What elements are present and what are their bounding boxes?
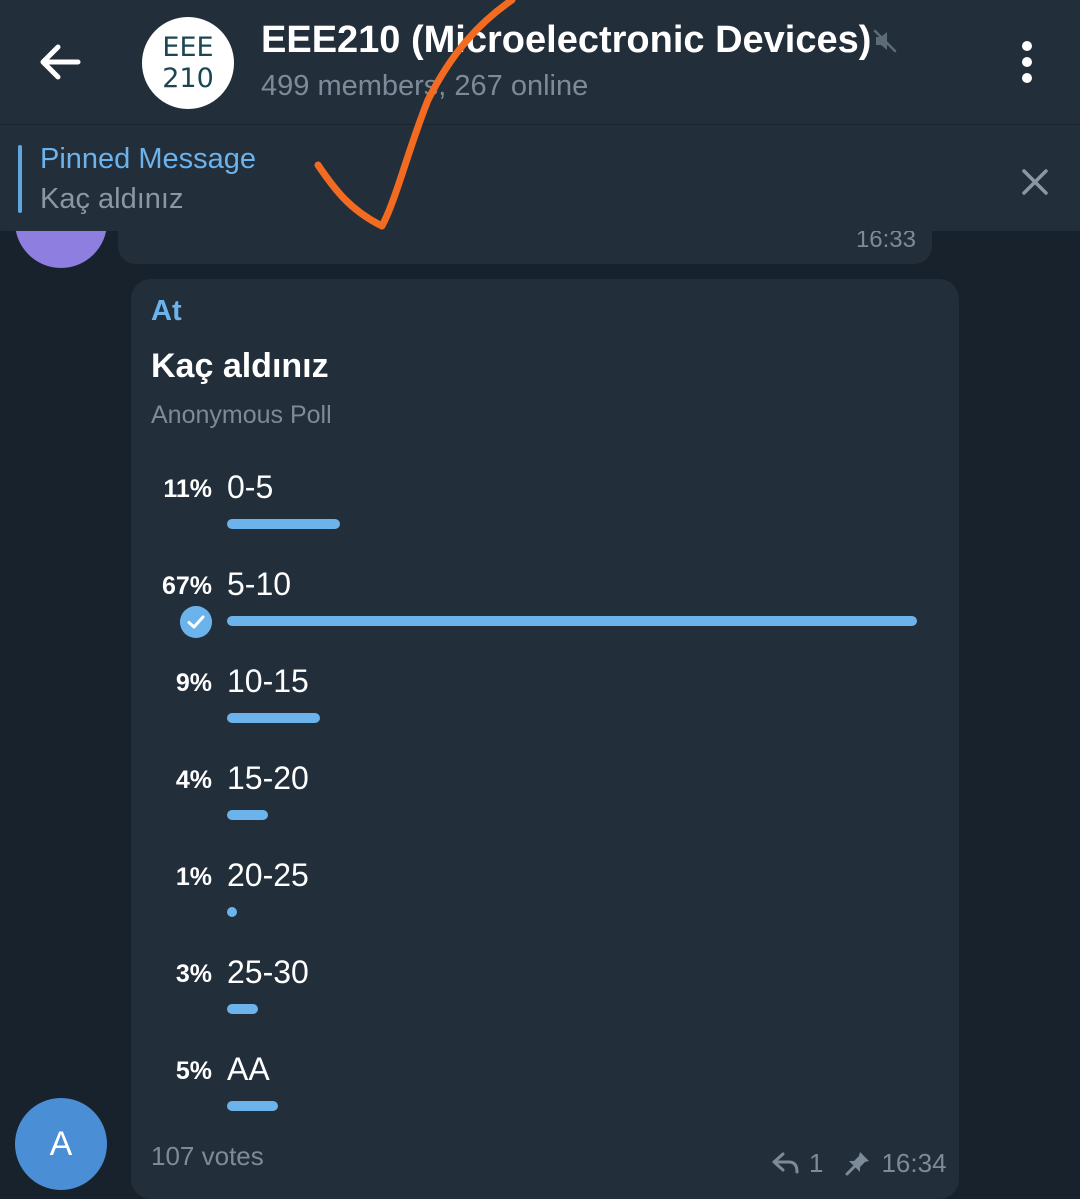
message-meta: 1 16:34 <box>771 1147 947 1179</box>
pinned-accent-line <box>18 145 22 213</box>
poll-option-percent: 3% <box>175 960 212 988</box>
poll-option-label: 0-5 <box>227 469 274 505</box>
poll-option[interactable]: 1% 20-25 <box>131 857 959 945</box>
poll-option-bar <box>227 810 268 820</box>
pinned-message-title: Pinned Message <box>40 143 257 175</box>
poll-option-bar <box>227 713 320 723</box>
poll-option[interactable]: 4% 15-20 <box>131 760 959 848</box>
pin-icon <box>845 1152 870 1176</box>
poll-option-label: 20-25 <box>227 857 309 893</box>
sender-name[interactable]: At <box>151 295 182 328</box>
back-arrow-icon <box>40 44 81 80</box>
poll-vote-count[interactable]: 107 votes <box>151 1141 264 1172</box>
poll-option-percent: 11% <box>163 475 212 503</box>
message-time: 16:34 <box>881 1147 947 1178</box>
more-vertical-icon <box>1022 41 1032 83</box>
poll-option-percent: 1% <box>175 863 212 891</box>
check-circle-icon <box>180 606 212 638</box>
pinned-message-text: Kaç aldınız <box>40 183 184 215</box>
poll-option[interactable]: 67% 5-10 <box>131 566 959 654</box>
poll-option-label: 5-10 <box>227 566 292 602</box>
poll-option-label: 10-15 <box>227 663 309 699</box>
mute-icon <box>873 29 897 53</box>
poll-option-percent: 4% <box>175 766 212 794</box>
poll-option[interactable]: 9% 10-15 <box>131 663 959 751</box>
chat-subtitle: 499 members, 267 online <box>261 70 589 102</box>
reply-icon <box>772 1152 799 1174</box>
poll-option-bar <box>227 1101 278 1111</box>
reply-count: 1 <box>809 1147 824 1178</box>
more-options-button[interactable] <box>1010 40 1044 86</box>
poll-option[interactable]: 3% 25-30 <box>131 954 959 1042</box>
poll-option-label: 25-30 <box>227 954 309 990</box>
sender-avatar[interactable]: A <box>15 1098 107 1190</box>
poll-option-percent: 5% <box>175 1057 212 1085</box>
chat-title[interactable]: EEE210 (Microelectronic Devices) <box>261 19 871 62</box>
chat-header: EEE 210 EEE210 (Microelectronic Devices)… <box>0 0 1080 124</box>
close-icon <box>1022 169 1048 195</box>
poll-option-label: AA <box>227 1051 270 1087</box>
group-avatar-line2: 210 <box>162 63 214 94</box>
poll-message-bubble[interactable]: At Kaç aldınız Anonymous Poll 11% 0-5 67% 5… <box>131 279 959 1199</box>
poll-option-percent: 9% <box>175 669 212 697</box>
poll-option-bar <box>227 907 237 917</box>
poll-option[interactable]: 5% AA <box>131 1051 959 1139</box>
group-avatar-line1: EEE <box>162 31 214 63</box>
poll-type: Anonymous Poll <box>151 401 332 429</box>
back-button[interactable] <box>30 32 90 92</box>
poll-option-bar <box>227 519 340 529</box>
poll-question: Kaç aldınız <box>151 347 329 385</box>
sender-avatar-initial: A <box>49 1124 73 1163</box>
close-pinned-button[interactable] <box>1014 161 1056 203</box>
pinned-message-bar[interactable]: Pinned Message Kaç aldınız <box>0 124 1080 231</box>
poll-option-bar <box>227 616 917 626</box>
group-avatar[interactable]: EEE 210 <box>142 17 234 109</box>
poll-option-label: 15-20 <box>227 760 309 796</box>
poll-option-bar <box>227 1004 258 1014</box>
poll-option[interactable]: 11% 0-5 <box>131 469 959 557</box>
poll-option-percent: 67% <box>161 572 212 600</box>
